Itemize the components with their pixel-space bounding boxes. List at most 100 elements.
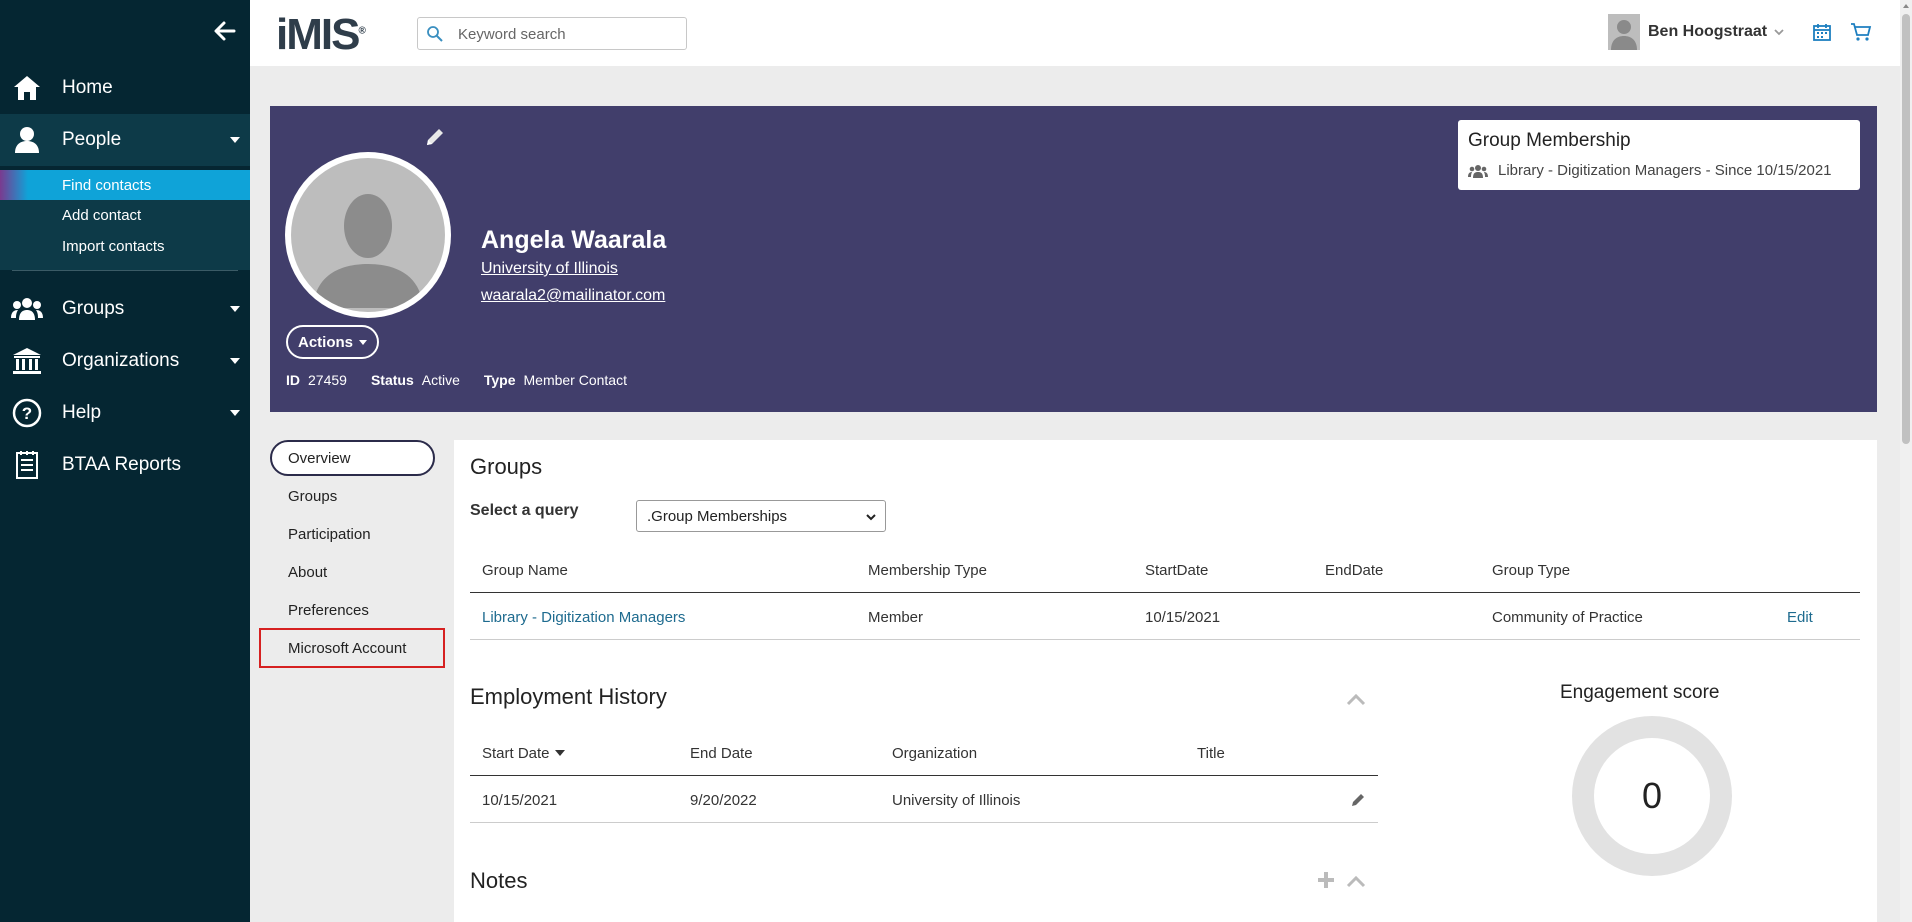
cart-icon[interactable] (1850, 22, 1872, 42)
status-label: Status (370, 372, 414, 388)
column-header[interactable]: Group Type (1492, 547, 1570, 593)
query-select[interactable]: .Group Memberships (636, 500, 886, 532)
engagement-score-value: 0 (1594, 738, 1710, 854)
contact-organization-link[interactable]: University of Illinois (481, 260, 618, 278)
people-submenu: Find contacts Add contact Import contact… (0, 170, 250, 270)
query-selected-value: .Group Memberships (647, 507, 788, 525)
tab-groups[interactable]: Groups (270, 478, 435, 514)
group-type: Community of Practice (1492, 608, 1643, 626)
search-input[interactable] (458, 23, 678, 45)
help-icon: ? (11, 397, 43, 429)
groups-section-title: Groups (470, 454, 543, 479)
tab-about[interactable]: About (270, 554, 435, 590)
imis-logo[interactable]: iMIS® (276, 10, 366, 60)
tab-overview[interactable]: Overview (270, 440, 435, 476)
employment-organization: University of Illinois (892, 791, 1021, 809)
column-header[interactable]: Membership Type (868, 547, 987, 593)
user-menu[interactable]: Ben Hoogstraat (1608, 14, 1785, 50)
contact-email-link[interactable]: waarala2@mailinator.com (481, 287, 665, 305)
tab-participation[interactable]: Participation (270, 516, 435, 552)
chevron-up-icon[interactable] (1346, 874, 1366, 888)
table-row: 10/15/2021 9/20/2022 University of Illin… (470, 777, 1378, 823)
avatar-placeholder (291, 158, 445, 312)
sidebar-item-btaa-reports[interactable]: BTAA Reports (0, 439, 250, 491)
sidebar-subitem-find-contacts[interactable]: Find contacts (0, 170, 250, 200)
pencil-icon[interactable] (424, 126, 446, 148)
sidebar-item-label: Help (62, 402, 102, 423)
sidebar-subitem-label: Import contacts (62, 237, 165, 255)
sidebar-subitem-label: Add contact (62, 206, 142, 224)
logo-text: iMIS (276, 10, 360, 59)
actions-button[interactable]: Actions (286, 325, 380, 359)
column-header[interactable]: Title (1197, 730, 1225, 776)
start-date: 10/15/2021 (1145, 608, 1221, 626)
sort-desc-icon (554, 750, 565, 756)
calendar-icon[interactable] (1812, 22, 1832, 42)
scroll-thumb[interactable] (1902, 14, 1910, 444)
tab-microsoft-account[interactable]: Microsoft Account (259, 628, 445, 668)
pencil-icon[interactable] (1350, 792, 1366, 808)
scroll-up-arrow-icon[interactable] (1902, 2, 1910, 10)
users-icon (1468, 164, 1488, 178)
table-row: Library - Digitization Managers Member 1… (470, 594, 1860, 640)
group-membership-card: Group Membership Library - Digitization … (1458, 120, 1860, 190)
chevron-down-icon (230, 410, 240, 416)
profile-header: Actions Angela Waarala University of Ill… (270, 106, 1877, 412)
column-header-label: Start Date (482, 744, 550, 762)
chevron-down-icon (866, 514, 876, 521)
sidebar-item-groups[interactable]: Groups (0, 283, 250, 335)
sidebar-item-people[interactable]: People (0, 114, 250, 166)
employment-section-title: Employment History (470, 684, 667, 709)
tab-label: Participation (288, 525, 371, 543)
id-value: 27459 (308, 372, 347, 388)
sidebar-item-help[interactable]: ? Help (0, 387, 250, 439)
sidebar-item-label: Organizations (62, 350, 180, 371)
chevron-down-icon (230, 306, 240, 312)
column-header[interactable]: Organization (892, 730, 977, 776)
column-header[interactable]: End Date (690, 730, 753, 776)
membership-type: Member (868, 608, 924, 626)
page-scrollbar[interactable] (1900, 0, 1912, 922)
column-header[interactable]: StartDate (1145, 547, 1208, 593)
search-box (417, 17, 687, 50)
edit-link[interactable]: Edit (1787, 594, 1813, 640)
employment-start: 10/15/2021 (482, 791, 558, 809)
group-name-link[interactable]: Library - Digitization Managers (482, 594, 685, 640)
employment-end: 9/20/2022 (690, 791, 757, 809)
home-icon (11, 72, 43, 104)
tab-label: Microsoft Account (288, 639, 407, 657)
sidebar-item-label: Groups (62, 298, 125, 319)
person-icon (11, 124, 43, 156)
sidebar: Home People Find contacts Add contact Im… (0, 0, 250, 922)
sidebar-item-label: BTAA Reports (62, 454, 181, 475)
sidebar-item-label: People (62, 129, 122, 150)
main-content: Groups Select a query .Group Memberships… (454, 440, 1877, 922)
sidebar-item-home[interactable]: Home (0, 62, 250, 114)
sidebar-item-organizations[interactable]: Organizations (0, 335, 250, 387)
chevron-down-icon (1774, 29, 1784, 36)
report-icon (11, 449, 43, 481)
sidebar-subitem-import-contacts[interactable]: Import contacts (0, 231, 250, 261)
actions-label: Actions (298, 333, 354, 351)
status-value: Active (421, 372, 460, 388)
type-label: Type (483, 372, 516, 388)
chevron-down-icon (230, 137, 240, 143)
employment-table-header: Start Date End Date Organization Title (470, 730, 1378, 776)
tab-preferences[interactable]: Preferences (270, 592, 435, 628)
tab-label: Preferences (288, 601, 369, 619)
user-name: Ben Hoogstraat (1648, 23, 1768, 40)
column-header[interactable]: EndDate (1325, 547, 1383, 593)
sidebar-subitem-label: Find contacts (62, 176, 152, 194)
chevron-up-icon[interactable] (1346, 692, 1366, 706)
tab-label: About (288, 563, 328, 581)
engagement-score-gauge: 0 (1572, 716, 1732, 876)
sidebar-subitem-add-contact[interactable]: Add contact (0, 200, 250, 230)
arrow-left-icon[interactable] (210, 16, 240, 46)
plus-icon[interactable] (1317, 871, 1335, 889)
engagement-score-title: Engagement score (1560, 682, 1720, 703)
type-value: Member Contact (523, 372, 627, 388)
query-label: Select a query (470, 502, 579, 519)
column-header[interactable]: Group Name (482, 547, 568, 593)
contact-meta: ID 27459 Status Active Type Member Conta… (286, 372, 627, 388)
column-header-start-date[interactable]: Start Date (482, 730, 566, 776)
